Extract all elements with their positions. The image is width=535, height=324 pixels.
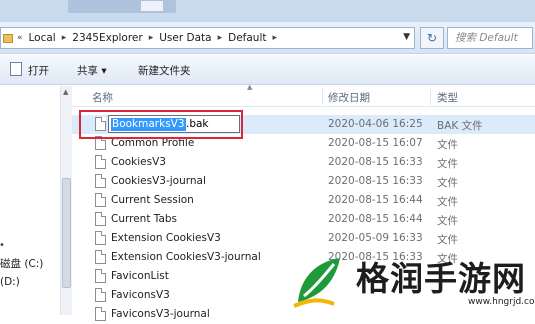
column-divider[interactable] bbox=[322, 89, 323, 105]
search-input[interactable]: 搜索 Default bbox=[447, 27, 533, 49]
scroll-up-icon[interactable]: ▲ bbox=[63, 88, 68, 96]
file-row[interactable]: Current Tabs 2020-08-15 16:44 文件 bbox=[72, 210, 535, 229]
sort-up-icon: ▲ bbox=[247, 83, 253, 91]
nav-item-drive-d[interactable]: (D:) bbox=[0, 276, 20, 288]
nav-bullet-icon: • bbox=[0, 240, 5, 251]
file-icon bbox=[95, 269, 106, 283]
refresh-button[interactable]: ↻ bbox=[420, 27, 444, 49]
file-name: FaviconsV3 bbox=[111, 289, 170, 301]
column-header-row: ▲ 名称 修改日期 类型 bbox=[72, 83, 535, 107]
file-type: BAK 文件 bbox=[437, 120, 483, 132]
file-date: 2020-08-15 16:44 bbox=[328, 213, 423, 225]
file-type: 文件 bbox=[437, 196, 458, 208]
file-name: Extension CookiesV3-journal bbox=[111, 251, 261, 263]
file-icon bbox=[95, 193, 106, 207]
breadcrumb-default[interactable]: Default bbox=[228, 32, 266, 44]
file-icon bbox=[95, 231, 106, 245]
refresh-icon: ↻ bbox=[426, 31, 438, 45]
file-name: CookiesV3 bbox=[111, 156, 166, 168]
file-type: 文件 bbox=[437, 234, 458, 246]
chevron-right-icon[interactable]: ▸ bbox=[273, 33, 278, 43]
file-date: 2020-04-06 16:25 bbox=[328, 118, 423, 130]
file-icon bbox=[95, 155, 106, 169]
file-name: Current Session bbox=[111, 194, 194, 206]
address-dropdown-icon[interactable]: ▼ bbox=[403, 32, 410, 42]
file-icon bbox=[95, 250, 106, 264]
open-button[interactable]: 打开 bbox=[28, 63, 49, 78]
file-type: 文件 bbox=[437, 177, 458, 189]
column-header-date[interactable]: 修改日期 bbox=[328, 90, 370, 105]
window-title-strip bbox=[0, 0, 535, 22]
column-divider[interactable] bbox=[430, 89, 431, 105]
watermark-url: www.hngrjd.com bbox=[468, 297, 535, 307]
file-name: FaviconsV3-journal bbox=[111, 308, 210, 320]
file-icon bbox=[95, 288, 106, 302]
site-watermark: 格润手游网 www.hngrjd.com bbox=[286, 246, 535, 315]
share-button[interactable]: 共享 ▾ bbox=[77, 63, 107, 78]
file-icon bbox=[95, 174, 106, 188]
highlight-annotation-box bbox=[79, 110, 243, 139]
file-date: 2020-08-15 16:44 bbox=[328, 194, 423, 206]
nav-item-drive-c[interactable]: 磁盘 (C:) bbox=[0, 256, 43, 271]
file-row[interactable]: CookiesV3-journal 2020-08-15 16:33 文件 bbox=[72, 172, 535, 191]
file-type: 文件 bbox=[437, 215, 458, 227]
watermark-title: 格润手游网 bbox=[356, 259, 526, 298]
breadcrumb-user-data[interactable]: User Data bbox=[159, 32, 211, 44]
chevron-right-icon[interactable]: ▸ bbox=[218, 33, 223, 43]
file-name: Current Tabs bbox=[111, 213, 178, 225]
address-bar-area: « Local ▸ 2345Explorer ▸ User Data ▸ Def… bbox=[0, 22, 535, 54]
breadcrumb-2345explorer[interactable]: 2345Explorer bbox=[72, 32, 142, 44]
command-toolbar: 打开 共享 ▾ 新建文件夹 bbox=[0, 55, 535, 85]
file-date: 2020-08-15 16:33 bbox=[328, 156, 423, 168]
file-name: Extension CookiesV3 bbox=[111, 232, 221, 244]
breadcrumb-back-glyph[interactable]: « bbox=[17, 33, 23, 43]
chevron-right-icon[interactable]: ▸ bbox=[62, 33, 67, 43]
file-date: 2020-05-09 16:33 bbox=[328, 232, 423, 244]
file-name: FaviconList bbox=[111, 270, 169, 282]
file-row[interactable]: Current Session 2020-08-15 16:44 文件 bbox=[72, 191, 535, 210]
open-file-icon bbox=[10, 62, 22, 76]
nav-scrollbar[interactable]: ▲ bbox=[60, 86, 72, 315]
leaf-logo-icon bbox=[293, 258, 340, 308]
folder-icon bbox=[3, 33, 13, 43]
file-type: 文件 bbox=[437, 158, 458, 170]
column-header-type[interactable]: 类型 bbox=[437, 90, 458, 105]
file-icon bbox=[95, 307, 106, 321]
file-date: 2020-08-15 16:07 bbox=[328, 137, 423, 149]
new-folder-button[interactable]: 新建文件夹 bbox=[138, 63, 191, 78]
file-date: 2020-08-15 16:33 bbox=[328, 175, 423, 187]
column-header-name[interactable]: 名称 bbox=[92, 90, 113, 105]
address-bar[interactable]: « Local ▸ 2345Explorer ▸ User Data ▸ Def… bbox=[0, 27, 415, 49]
file-icon bbox=[95, 212, 106, 226]
window-title-tab-highlight bbox=[141, 1, 163, 11]
scrollbar-thumb[interactable] bbox=[62, 178, 71, 288]
chevron-right-icon[interactable]: ▸ bbox=[149, 33, 154, 43]
file-name: CookiesV3-journal bbox=[111, 175, 206, 187]
breadcrumb-local[interactable]: Local bbox=[29, 32, 56, 44]
file-type: 文件 bbox=[437, 139, 458, 151]
file-row[interactable]: CookiesV3 2020-08-15 16:33 文件 bbox=[72, 153, 535, 172]
